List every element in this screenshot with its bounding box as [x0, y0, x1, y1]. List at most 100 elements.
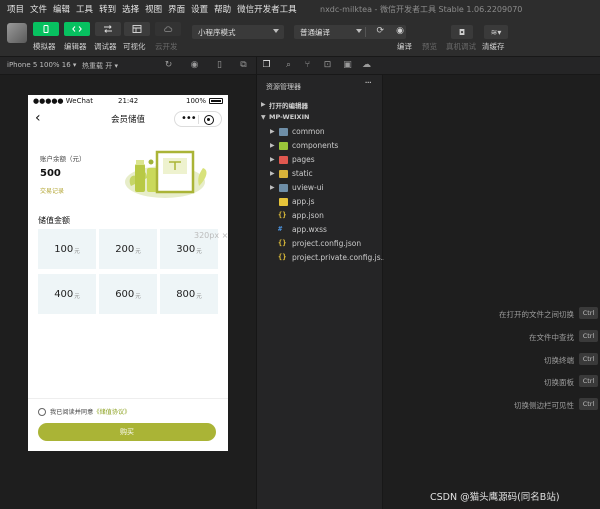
menu-interface[interactable]: 界面	[165, 3, 188, 15]
shortcut-hint: 切换侧边栏可见性 Ctrl	[384, 398, 600, 412]
menu-help[interactable]: 帮助	[211, 3, 234, 15]
project-section[interactable]: ▼ MP-WEIXIN	[257, 112, 383, 125]
clear-cache-label: 清缓存	[482, 42, 505, 51]
compile-select[interactable]: 普通编译 ⟳ ◉	[294, 25, 406, 39]
stop-icon[interactable]: ◉	[189, 60, 200, 71]
watermark: CSDN @猫头鹰源码(同名B站)	[430, 492, 560, 503]
status-time: 21:42	[118, 97, 139, 105]
phone-icon[interactable]: ▯	[214, 60, 225, 71]
simulator-button[interactable]	[33, 22, 59, 36]
amount-unit: 元	[74, 293, 80, 300]
status-bar: ●●●●● WeChat 21:42 100%	[28, 95, 228, 107]
menu-settings[interactable]: 设置	[188, 3, 211, 15]
buy-button[interactable]: 购买	[38, 423, 216, 441]
more-icon[interactable]: •••	[181, 113, 197, 125]
mode-select-value: 小程序模式	[198, 27, 236, 37]
transaction-record-link[interactable]: 交易记录	[40, 186, 64, 195]
tree-item-pages[interactable]: ▶ pages	[257, 154, 383, 167]
tree-item-label: components	[292, 141, 339, 150]
cloud-button[interactable]	[155, 22, 181, 36]
menu-goto[interactable]: 转到	[96, 3, 119, 15]
amount-option[interactable]: 400 元	[38, 274, 96, 314]
tree-item-app-wxss[interactable]: # app.wxss	[257, 224, 383, 237]
section-label: MP-WEIXIN	[269, 113, 310, 121]
tree-item-app-js[interactable]: app.js	[257, 196, 383, 209]
menu-view[interactable]: 视图	[142, 3, 165, 15]
simulator-label: 模拟器	[33, 42, 56, 51]
tree-item-uview-ui[interactable]: ▶ uview-ui	[257, 182, 383, 195]
visualize-button[interactable]	[124, 22, 150, 36]
json-file-icon: {}	[278, 211, 287, 219]
close-icon[interactable]	[204, 115, 214, 125]
layout-icon	[132, 25, 142, 33]
hot-reload-select[interactable]: 热重载 开 ▾	[82, 61, 118, 71]
shortcut-hint: 在文件中查找 Ctrl	[384, 330, 600, 344]
shortcut-label: 切换侧边栏可见性	[514, 401, 574, 410]
search-icon[interactable]: ⌕	[283, 60, 294, 71]
agreement-link[interactable]: 《储值协议》	[93, 407, 130, 416]
agree-radio[interactable]	[38, 407, 46, 416]
tree-item-label: project.private.config.js...	[292, 253, 388, 262]
phone-icon	[43, 25, 49, 33]
extensions-icon[interactable]: ▣	[342, 60, 353, 71]
debugger-button[interactable]	[95, 22, 121, 36]
carrier-text: ●●●●● WeChat	[33, 97, 93, 105]
eye-icon[interactable]: ◉	[396, 26, 404, 36]
menu-devtools[interactable]: 微信开发者工具	[234, 3, 300, 15]
shortcut-key: Ctrl	[579, 307, 598, 319]
tree-item-common[interactable]: ▶ common	[257, 126, 383, 139]
menu-edit[interactable]: 编辑	[50, 3, 73, 15]
balance-label: 账户余额（元）	[40, 155, 86, 163]
section-label: 打开的编辑器	[269, 102, 308, 110]
menu-select[interactable]: 选择	[119, 3, 142, 15]
refresh-icon[interactable]: ↻	[163, 60, 174, 71]
menu-file[interactable]: 文件	[27, 3, 50, 15]
open-editors-section[interactable]: ▶ 打开的编辑器	[257, 99, 383, 112]
compile-label[interactable]: 编译	[397, 41, 412, 52]
wallet-illustration	[125, 150, 207, 198]
visualize-label: 可视化	[123, 42, 146, 51]
debug-icon[interactable]: ⊡	[322, 60, 333, 71]
tree-item-static[interactable]: ▶ static	[257, 168, 383, 181]
explorer-header: 资源管理器 ···	[257, 75, 383, 95]
explorer-title: 资源管理器	[266, 83, 301, 91]
sub-toolbar: iPhone 5 100% 16 ▾ 热重载 开 ▾ ↻ ◉ ▯ ⧉ ❐ ⌕ ⑂…	[0, 57, 600, 75]
more-icon[interactable]: ···	[364, 78, 371, 89]
preview-label[interactable]: 预览	[422, 41, 437, 52]
shortcut-key: Ctrl	[579, 375, 598, 387]
device-select[interactable]: iPhone 5 100% 16 ▾	[7, 61, 76, 69]
avatar[interactable]	[7, 23, 27, 43]
balance-value: 500	[40, 168, 61, 179]
tree-item-components[interactable]: ▶ components	[257, 140, 383, 153]
files-icon[interactable]: ❐	[261, 60, 272, 71]
amount-unit: 元	[196, 293, 202, 300]
amount-option[interactable]: 100 元	[38, 229, 96, 269]
tree-item-project-config[interactable]: {} project.config.json	[257, 238, 383, 251]
cloud-icon[interactable]: ☁	[361, 60, 372, 71]
shortcut-key: Ctrl	[579, 353, 598, 365]
editor-button[interactable]	[64, 22, 90, 36]
source-control-icon[interactable]: ⑂	[302, 60, 313, 71]
tree-item-app-json[interactable]: {} app.json	[257, 210, 383, 223]
clear-cache-button[interactable]: ≋▾	[484, 25, 508, 39]
mode-select[interactable]: 小程序模式	[192, 25, 284, 39]
refresh-icon[interactable]: ⟳	[376, 26, 384, 36]
amount-value: 400	[54, 288, 74, 300]
amount-value: 200	[115, 243, 135, 255]
shortcut-label: 在打开的文件之间切换	[499, 310, 574, 319]
amount-section-title: 储值金额	[38, 216, 70, 225]
camera-icon: ◘	[458, 27, 466, 37]
tree-item-project-private-config[interactable]: {} project.private.config.js...	[257, 252, 388, 265]
tree-item-label: app.json	[292, 211, 324, 220]
compile-select-value: 普通编译	[300, 27, 330, 37]
amount-option[interactable]: 800 元	[160, 274, 218, 314]
amount-option[interactable]: 600 元	[99, 274, 157, 314]
editor-area: 在打开的文件之间切换 Ctrl 在文件中查找 Ctrl 切换终端 Ctrl 切换…	[384, 75, 600, 509]
new-window-icon[interactable]: ⧉	[238, 60, 249, 71]
amount-option[interactable]: 200 元	[99, 229, 157, 269]
remote-debug-button[interactable]: ◘	[451, 25, 473, 39]
menu-project[interactable]: 项目	[0, 3, 27, 15]
debug-icon	[104, 25, 112, 33]
menu-capsule[interactable]: •••	[174, 111, 222, 127]
menu-tools[interactable]: 工具	[73, 3, 96, 15]
